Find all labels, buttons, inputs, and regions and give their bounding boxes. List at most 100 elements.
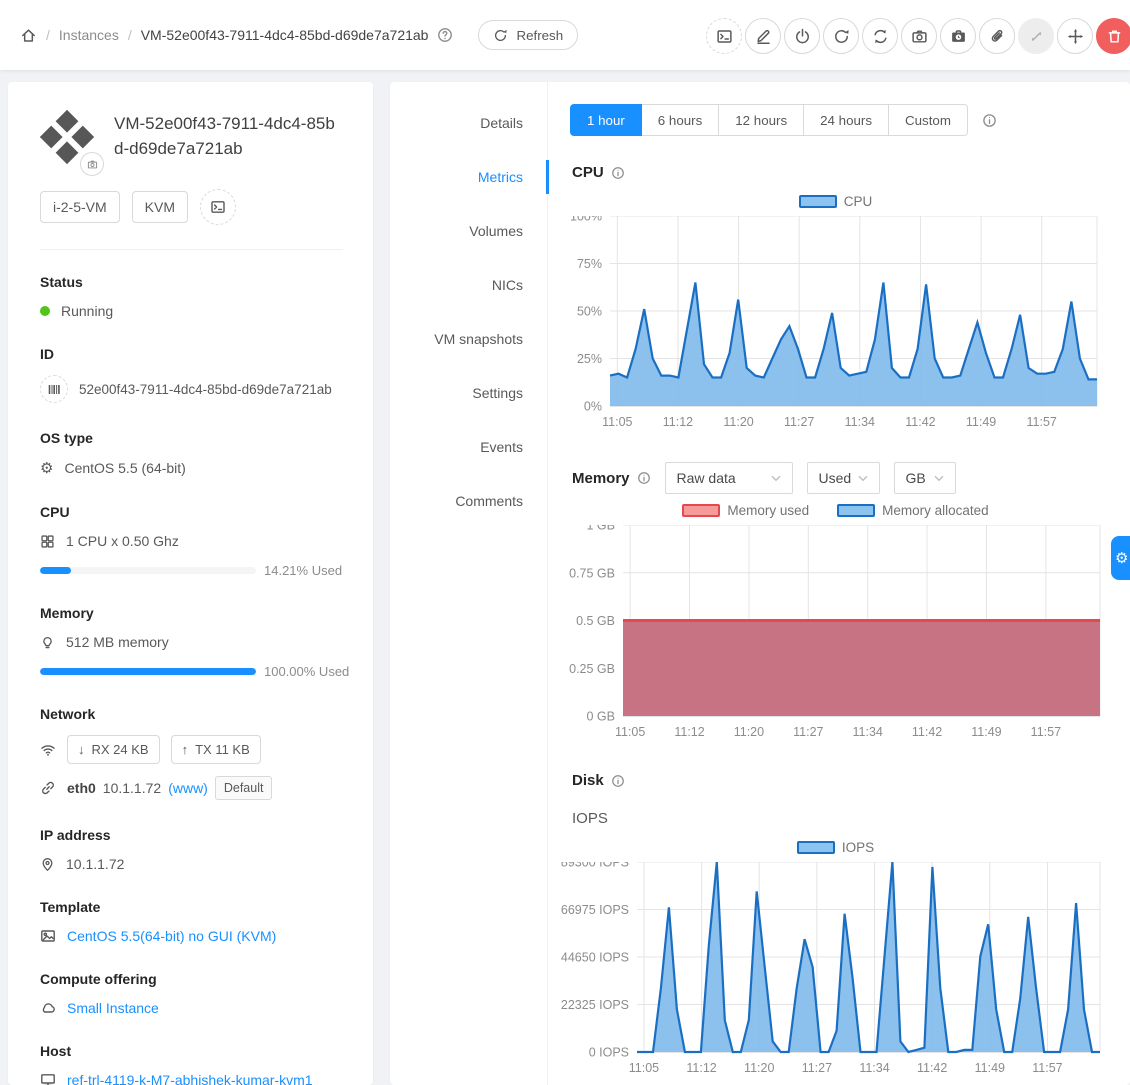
section-os-type: OS type ⚙ CentOS 5.5 (64-bit) <box>40 430 343 477</box>
cpu-info-icon[interactable] <box>611 166 625 180</box>
tab-vm-snapshots[interactable]: VM snapshots <box>390 312 547 366</box>
svg-text:22325 IOPS: 22325 IOPS <box>561 998 629 1012</box>
tag-hypervisor[interactable]: KVM <box>132 191 188 223</box>
range-1-hour[interactable]: 1 hour <box>570 104 642 136</box>
tab-metrics[interactable]: Metrics <box>390 150 547 204</box>
template-label: Template <box>40 899 343 915</box>
chevron-down-icon <box>771 475 781 482</box>
svg-text:11:49: 11:49 <box>966 415 996 429</box>
svg-text:0.25 GB: 0.25 GB <box>569 662 615 676</box>
top-bar: / Instances / VM-52e00f43-7911-4dc4-85bd… <box>0 0 1130 70</box>
svg-text:11:42: 11:42 <box>912 725 942 739</box>
svg-text:66975 IOPS: 66975 IOPS <box>561 903 629 917</box>
disk-section-title: Disk <box>572 772 625 789</box>
memory-metric-select[interactable]: Used <box>807 462 880 494</box>
tab-events[interactable]: Events <box>390 420 547 474</box>
change-icon-camera-badge[interactable] <box>80 152 104 176</box>
section-memory: Memory 512 MB memory 100.00% Used <box>40 605 343 679</box>
camera-icon <box>911 28 928 45</box>
ip-label: IP address <box>40 827 343 843</box>
svg-text:11:12: 11:12 <box>674 725 704 739</box>
memory-usage-bar <box>40 668 256 675</box>
network-link[interactable]: (www) <box>168 780 208 796</box>
edit-icon <box>755 28 772 45</box>
id-label: ID <box>40 346 343 362</box>
tab-volumes[interactable]: Volumes <box>390 204 547 258</box>
cpu-legend[interactable]: CPU <box>560 194 1111 210</box>
host-link[interactable]: ref-trl-4119-k-M7-abhishek-kumar-kvm1 <box>67 1072 313 1085</box>
memory-legend[interactable]: Memory usedMemory allocated <box>560 503 1111 519</box>
offering-link[interactable]: Small Instance <box>67 1000 159 1016</box>
memory-unit-select[interactable]: GB <box>894 462 956 494</box>
cpu-value: 1 CPU x 0.50 Ghz <box>66 533 179 549</box>
refresh-button[interactable]: Refresh <box>478 20 578 50</box>
svg-text:11:42: 11:42 <box>905 415 935 429</box>
breadcrumb-instances[interactable]: Instances <box>59 27 119 43</box>
svg-text:0 GB: 0 GB <box>587 710 616 724</box>
trash-icon <box>1106 28 1123 45</box>
section-network: Network ↓RX 24 KB ↑TX 11 KB eth0 10.1.1.… <box>40 706 343 800</box>
wifi-icon <box>40 742 56 758</box>
home-icon[interactable] <box>20 27 37 44</box>
memory-data-select[interactable]: Raw data <box>665 462 793 494</box>
tab-details[interactable]: Details <box>390 96 547 150</box>
console-shortcut-button[interactable] <box>200 189 236 225</box>
divider <box>40 249 343 250</box>
offering-label: Compute offering <box>40 971 343 987</box>
tab-comments[interactable]: Comments <box>390 474 547 528</box>
template-link[interactable]: CentOS 5.5(64-bit) no GUI (KVM) <box>67 928 276 944</box>
range-12-hours[interactable]: 12 hours <box>718 104 804 136</box>
svg-text:11:27: 11:27 <box>793 725 823 739</box>
refresh-label: Refresh <box>516 28 563 43</box>
tx-value: TX 11 KB <box>195 742 250 757</box>
reload-icon <box>493 28 508 43</box>
range-6-hours[interactable]: 6 hours <box>641 104 719 136</box>
chevron-down-icon <box>934 475 944 482</box>
os-type-label: OS type <box>40 430 343 446</box>
section-template: Template CentOS 5.5(64-bit) no GUI (KVM) <box>40 899 343 944</box>
svg-text:11:34: 11:34 <box>853 725 883 739</box>
os-logo <box>40 110 98 167</box>
attach-iso-button[interactable] <box>979 18 1015 54</box>
memory-value: 512 MB memory <box>66 634 169 650</box>
svg-text:11:20: 11:20 <box>734 725 764 739</box>
edit-button[interactable] <box>745 18 781 54</box>
tx-button[interactable]: ↑TX 11 KB <box>171 735 261 764</box>
disk-info-icon[interactable] <box>611 774 625 788</box>
iops-legend[interactable]: IOPS <box>560 840 1111 856</box>
svg-text:11:57: 11:57 <box>1031 725 1061 739</box>
destroy-button[interactable] <box>1096 18 1130 54</box>
tag-internal-name[interactable]: i-2-5-VM <box>40 191 120 223</box>
snapshot-button[interactable] <box>901 18 937 54</box>
status-label: Status <box>40 274 343 290</box>
section-host: Host ref-trl-4119-k-M7-abhishek-kumar-kv… <box>40 1043 343 1085</box>
tab-nics[interactable]: NICs <box>390 258 547 312</box>
time-range-control: 1 hour 6 hours 12 hours 24 hours Custom <box>570 104 997 136</box>
nic-name: eth0 <box>67 780 96 796</box>
cpu-section-title: CPU <box>572 164 625 181</box>
console-button[interactable] <box>706 18 742 54</box>
svg-text:11:27: 11:27 <box>802 1061 832 1075</box>
range-custom[interactable]: Custom <box>888 104 968 136</box>
rx-button[interactable]: ↓RX 24 KB <box>67 735 160 764</box>
stop-button[interactable] <box>784 18 820 54</box>
tab-list: Details Metrics Volumes NICs VM snapshot… <box>390 82 548 1085</box>
svg-text:11:12: 11:12 <box>663 415 693 429</box>
recurring-snapshot-button[interactable] <box>940 18 976 54</box>
arrow-down-icon: ↓ <box>78 742 85 757</box>
reinstall-button[interactable] <box>862 18 898 54</box>
svg-text:25%: 25% <box>577 352 602 366</box>
location-pin-icon <box>40 857 55 872</box>
reboot-button[interactable] <box>823 18 859 54</box>
migrate-button[interactable] <box>1057 18 1093 54</box>
range-info-icon[interactable] <box>982 113 997 128</box>
tab-settings[interactable]: Settings <box>390 366 547 420</box>
iops-chart: IOPS89300 IOPS66975 IOPS44650 IOPS22325 … <box>560 840 1111 1085</box>
range-24-hours[interactable]: 24 hours <box>803 104 889 136</box>
instance-name: VM-52e00f43-7911-4dc4-85bd-d69de7a721ab <box>114 112 343 161</box>
memory-info-icon[interactable] <box>637 471 651 485</box>
memory-usage-percent: 100.00% Used <box>264 664 349 679</box>
svg-text:11:34: 11:34 <box>845 415 875 429</box>
settings-fab[interactable]: ⚙ <box>1111 536 1130 580</box>
help-icon[interactable] <box>437 27 453 43</box>
